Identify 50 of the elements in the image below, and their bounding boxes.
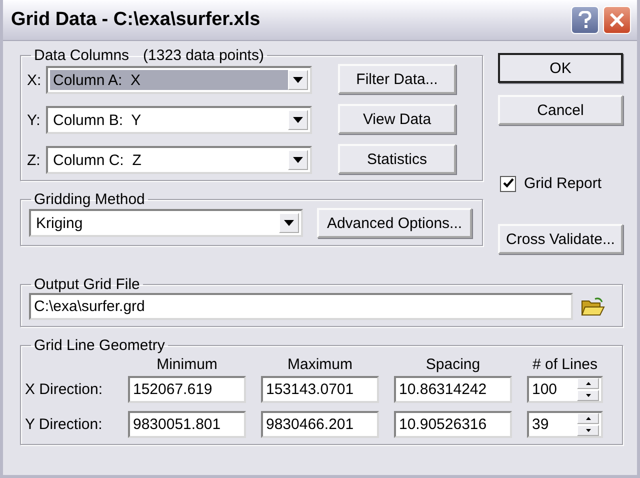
dialog-button[interactable]: OK (498, 53, 623, 83)
axis-label: Y: (27, 112, 42, 128)
number-field[interactable]: 152067.619 (128, 376, 246, 403)
number-field[interactable]: 10.90526316 (394, 411, 512, 438)
dropdown-value: Column C: Z (52, 150, 142, 170)
spin-up-icon[interactable] (577, 413, 599, 424)
action-button[interactable]: Filter Data... (338, 64, 456, 94)
dialog-button[interactable]: Cancel (498, 95, 623, 125)
group-title: Output Grid File (34, 276, 140, 293)
action-button[interactable]: Statistics (338, 144, 456, 174)
spin-down-icon[interactable] (577, 425, 599, 436)
number-field[interactable]: 9830051.801 (128, 411, 246, 438)
spin-up-icon[interactable] (577, 378, 599, 389)
row-label: Y Direction: (25, 416, 104, 433)
group-title: Data Columns (34, 47, 130, 64)
column-dropdown[interactable]: Column C: Z (46, 146, 312, 174)
column-dropdown[interactable]: Column B: Y (46, 106, 312, 134)
question-mark-icon (578, 11, 592, 29)
data-point-count: (1323 data points) (143, 47, 264, 64)
column-header: Maximum (286, 358, 354, 372)
column-header: Spacing (424, 358, 482, 372)
checkbox-label: Grid Report (524, 175, 602, 192)
number-field[interactable]: 153143.0701 (261, 376, 379, 403)
axis-label: X: (27, 72, 42, 88)
column-header: # of Lines (531, 358, 599, 372)
close-button[interactable] (603, 6, 631, 34)
action-button[interactable]: View Data (338, 104, 456, 134)
checkbox[interactable] (500, 176, 516, 192)
dropdown-value: Column B: Y (52, 110, 142, 130)
axis-label: Z: (27, 152, 42, 168)
row-label: X Direction: (25, 381, 104, 398)
window-title: Grid Data - C:\exa\surfer.xls (11, 9, 260, 31)
dropdown-value: Column A: X (50, 70, 288, 90)
folder-icon[interactable] (581, 296, 605, 316)
file-path-field[interactable]: C:\exa\surfer.grd (29, 293, 573, 320)
method-dropdown[interactable]: Kriging (29, 209, 303, 237)
advanced-options-button[interactable]: Advanced Options... (317, 208, 472, 238)
spin-field[interactable]: 39 (527, 411, 603, 438)
group-title: Gridding Method (34, 191, 145, 208)
column-header: Minimum (156, 358, 218, 372)
help-button[interactable] (571, 6, 599, 34)
spin-field[interactable]: 100 (527, 376, 603, 403)
number-field[interactable]: 10.86314242 (394, 376, 512, 403)
close-icon (609, 12, 625, 28)
spin-down-icon[interactable] (577, 390, 599, 401)
group-title: Grid Line Geometry (34, 337, 165, 354)
cross-validate-button[interactable]: Cross Validate... (498, 224, 623, 254)
number-field[interactable]: 9830466.201 (261, 411, 379, 438)
column-dropdown[interactable]: Column A: X (46, 66, 312, 94)
dropdown-value: Kriging (35, 214, 84, 233)
